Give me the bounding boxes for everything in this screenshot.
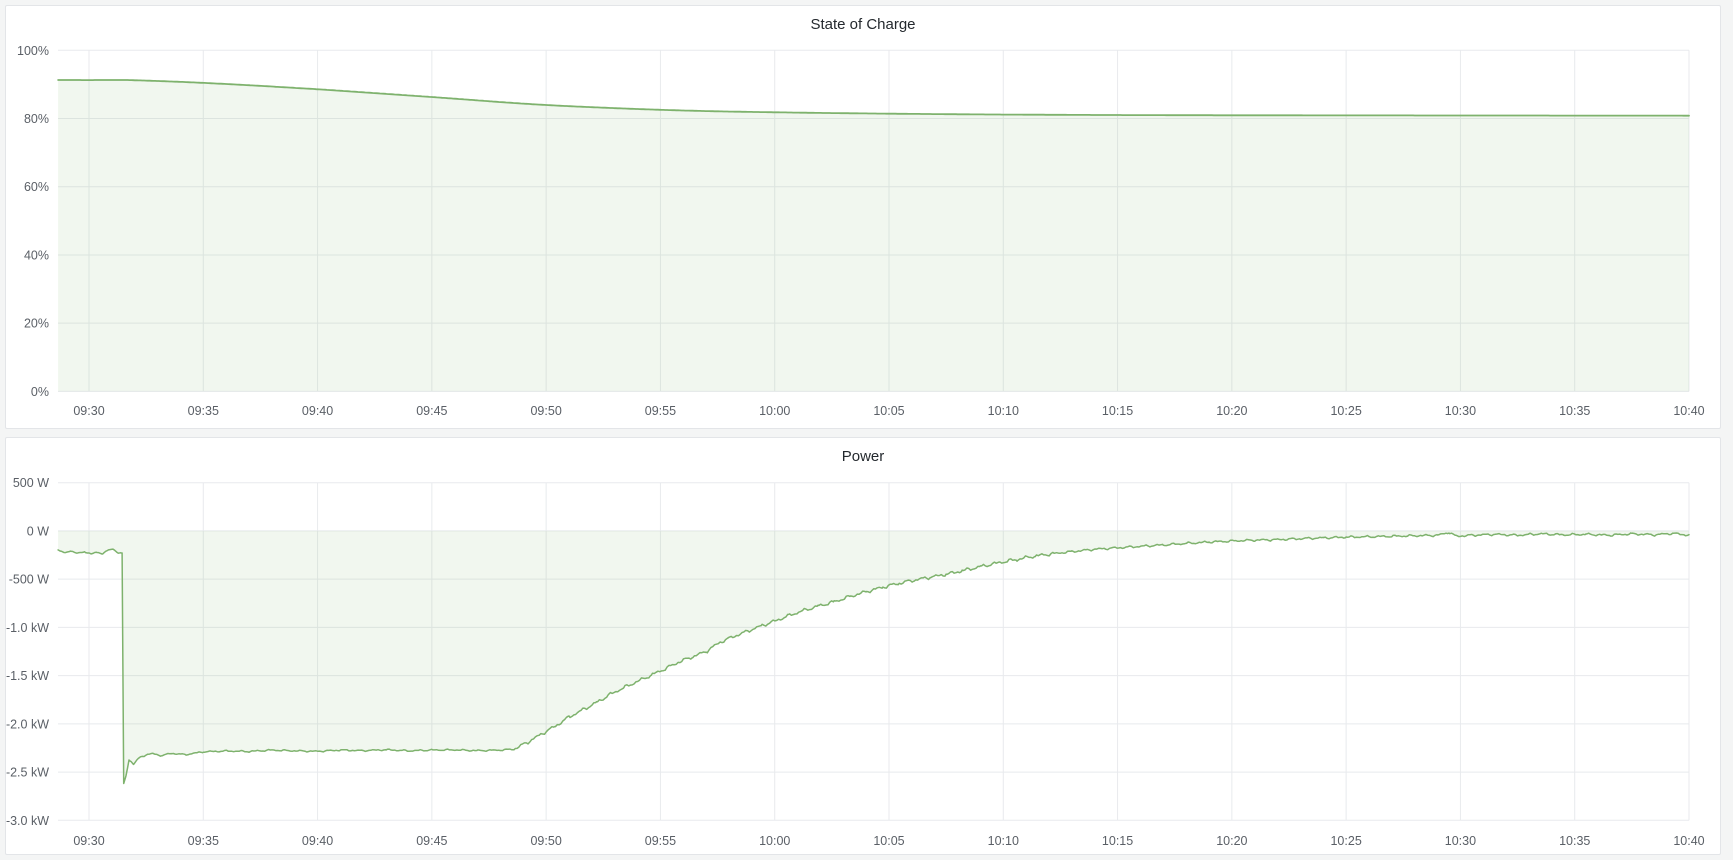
panel-state-of-charge: State of Charge 100%80%60%40%20%0%09:300… [5,5,1721,429]
x-tick-label: 10:00 [759,404,790,418]
x-tick-label: 10:20 [1216,834,1247,848]
dashboard: State of Charge 100%80%60%40%20%0%09:300… [0,0,1733,860]
x-tick-label: 10:40 [1673,834,1704,848]
y-tick-label: 100% [17,44,49,58]
x-tick-label: 09:30 [73,834,104,848]
x-tick-label: 09:50 [530,834,561,848]
x-tick-label: 10:30 [1445,404,1476,418]
x-tick-label: 10:15 [1102,834,1133,848]
y-tick-label: 500 W [13,476,49,490]
x-tick-label: 10:40 [1673,404,1704,418]
soc-chart[interactable]: 100% 80% 60% 40% 20% 0% 09:30 09:35 09:40 09:45 09… [6,6,1720,428]
x-tick-label: 10:15 [1102,404,1133,418]
y-tick-label: -1.0 kW [6,621,49,635]
y-tick-label: 20% [24,317,49,331]
panel-power: Power 500 W0 W-500 W-1.0 kW-1.5 kW-2.0 k… [5,437,1721,855]
x-tick-label: 10:00 [759,834,790,848]
x-tick-label: 10:10 [988,404,1019,418]
y-tick-label: -500 W [9,573,49,587]
x-tick-label: 09:40 [302,404,333,418]
y-tick-label: 0% [31,385,49,399]
x-tick-label: 09:40 [302,834,333,848]
y-tick-label: -2.5 kW [6,766,49,780]
x-tick-label: 09:50 [530,404,561,418]
x-tick-label: 10:20 [1216,404,1247,418]
x-tick-label: 10:35 [1559,404,1590,418]
y-tick-label: 0 W [27,524,49,538]
state-of-charge-area [58,80,1689,391]
power-chart[interactable]: 500 W 0 W -500 W -1.0 kW -1.5 kW -2.0 kW -2.5 … [6,438,1720,854]
x-tick-label: 09:35 [188,404,219,418]
y-tick-label: -3.0 kW [6,814,49,828]
y-tick-label: 40% [24,248,49,262]
x-tick-label: 10:25 [1330,404,1361,418]
x-tick-label: 10:25 [1330,834,1361,848]
x-tick-label: 09:35 [188,834,219,848]
y-tick-label: -2.0 kW [6,717,49,731]
y-tick-label: -1.5 kW [6,669,49,683]
y-tick-label: 80% [24,112,49,126]
x-tick-label: 09:45 [416,834,447,848]
x-tick-label: 10:30 [1445,834,1476,848]
power-area [58,531,1689,784]
x-tick-label: 09:45 [416,404,447,418]
x-tick-label: 10:05 [873,834,904,848]
y-tick-label: 60% [24,180,49,194]
x-tick-label: 10:05 [873,404,904,418]
x-tick-label: 09:55 [645,834,676,848]
x-tick-label: 10:35 [1559,834,1590,848]
x-tick-label: 09:55 [645,404,676,418]
x-tick-label: 09:30 [73,404,104,418]
x-tick-label: 10:10 [988,834,1019,848]
